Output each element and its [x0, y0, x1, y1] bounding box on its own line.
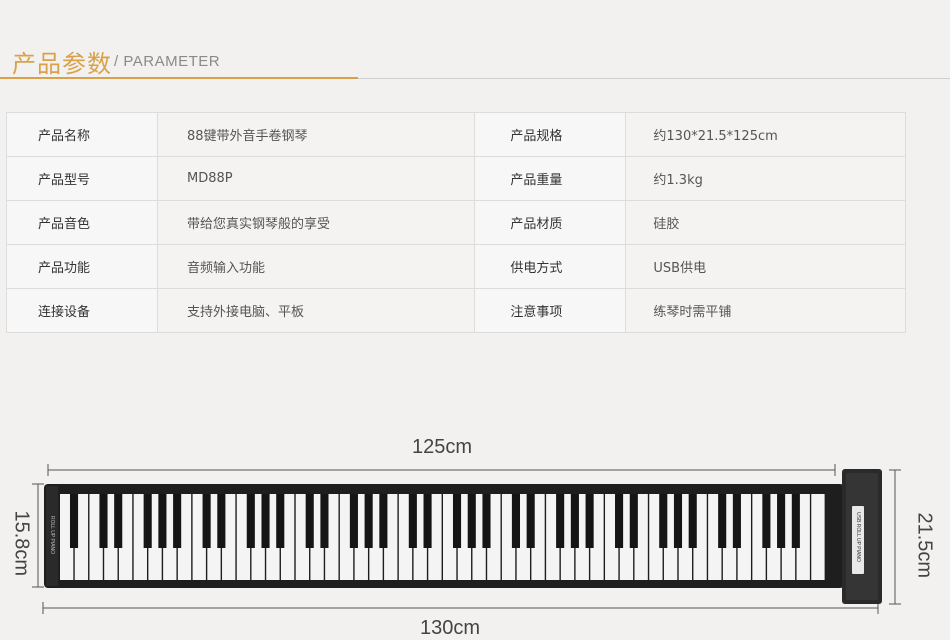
- black-key: [173, 494, 182, 548]
- black-key: [261, 494, 270, 548]
- black-key: [511, 494, 520, 548]
- param-label: 注意事项: [474, 288, 627, 333]
- param-label: 产品名称: [6, 112, 158, 157]
- black-key: [379, 494, 388, 548]
- black-key: [482, 494, 491, 548]
- param-value: 带给您真实钢琴般的享受: [156, 200, 476, 245]
- param-label: 产品规格: [474, 112, 627, 157]
- black-key: [570, 494, 579, 548]
- module-label: USB ROLL UP PIANO: [855, 512, 861, 562]
- param-label: 产品重量: [474, 156, 627, 201]
- parameter-table: 产品名称 88键带外音手卷钢琴 产品规格 约130*21.5*125cm 产品型…: [6, 112, 906, 333]
- white-key: [811, 494, 825, 580]
- black-key: [114, 494, 123, 548]
- section-header: 产品参数 / PARAMETER: [0, 0, 950, 80]
- black-key: [320, 494, 329, 548]
- param-label: 连接设备: [6, 288, 158, 333]
- black-key: [615, 494, 624, 548]
- black-key: [659, 494, 668, 548]
- table-row: 产品功能 音频输入功能 供电方式 USB供电: [6, 244, 906, 289]
- black-key: [673, 494, 683, 548]
- param-label: 产品材质: [474, 200, 627, 245]
- black-key: [777, 494, 786, 548]
- black-key: [452, 494, 462, 548]
- param-label: 产品音色: [6, 200, 158, 245]
- section-subtitle: / PARAMETER: [114, 53, 221, 70]
- black-key: [408, 494, 417, 548]
- param-value: 约130*21.5*125cm: [625, 112, 906, 157]
- black-key: [556, 494, 565, 548]
- black-key: [467, 494, 476, 548]
- black-key: [305, 494, 314, 548]
- black-key: [217, 494, 226, 548]
- black-key: [732, 494, 741, 548]
- param-value: 硅胶: [625, 200, 906, 245]
- black-key: [202, 494, 211, 548]
- left-edge-label: ROLL UP PIANO: [49, 515, 55, 555]
- param-value: 支持外接电脑、平板: [156, 288, 476, 333]
- param-label: 产品型号: [6, 156, 158, 201]
- black-key: [526, 494, 535, 548]
- black-key: [718, 494, 727, 548]
- table-row: 产品名称 88键带外音手卷钢琴 产品规格 约130*21.5*125cm: [6, 112, 906, 157]
- param-label: 供电方式: [474, 244, 627, 289]
- table-row: 连接设备 支持外接电脑、平板 注意事项 练琴时需平铺: [6, 288, 906, 333]
- param-label: 产品功能: [6, 244, 158, 289]
- piano-dimension-diagram: 125cm 130cm 15.8cm 21.5cm USB ROLL UP PI…: [0, 430, 950, 639]
- black-key: [629, 494, 638, 548]
- title-underline: [358, 78, 950, 79]
- section-title: 产品参数: [12, 50, 112, 78]
- black-key: [688, 494, 697, 548]
- black-key: [143, 494, 152, 548]
- piano-illustration: [32, 464, 901, 614]
- param-value: USB供电: [625, 244, 906, 289]
- black-key: [585, 494, 594, 548]
- title-underline-accent: [0, 77, 358, 79]
- param-value: 约1.3kg: [625, 156, 906, 201]
- table-row: 产品音色 带给您真实钢琴般的享受 产品材质 硅胶: [6, 200, 906, 245]
- param-value: 88键带外音手卷钢琴: [156, 112, 476, 157]
- black-key: [349, 494, 358, 548]
- table-row: 产品型号 MD88P 产品重量 约1.3kg: [6, 156, 906, 201]
- black-key: [762, 494, 771, 548]
- black-key: [246, 494, 255, 548]
- param-value: MD88P: [156, 156, 476, 201]
- black-key: [99, 494, 108, 548]
- black-key: [158, 494, 167, 548]
- black-key: [69, 494, 79, 548]
- param-value: 练琴时需平铺: [625, 288, 906, 333]
- param-value: 音频输入功能: [156, 244, 476, 289]
- black-key: [791, 494, 800, 548]
- black-key: [276, 494, 285, 548]
- black-key: [364, 494, 373, 548]
- black-key: [423, 494, 432, 548]
